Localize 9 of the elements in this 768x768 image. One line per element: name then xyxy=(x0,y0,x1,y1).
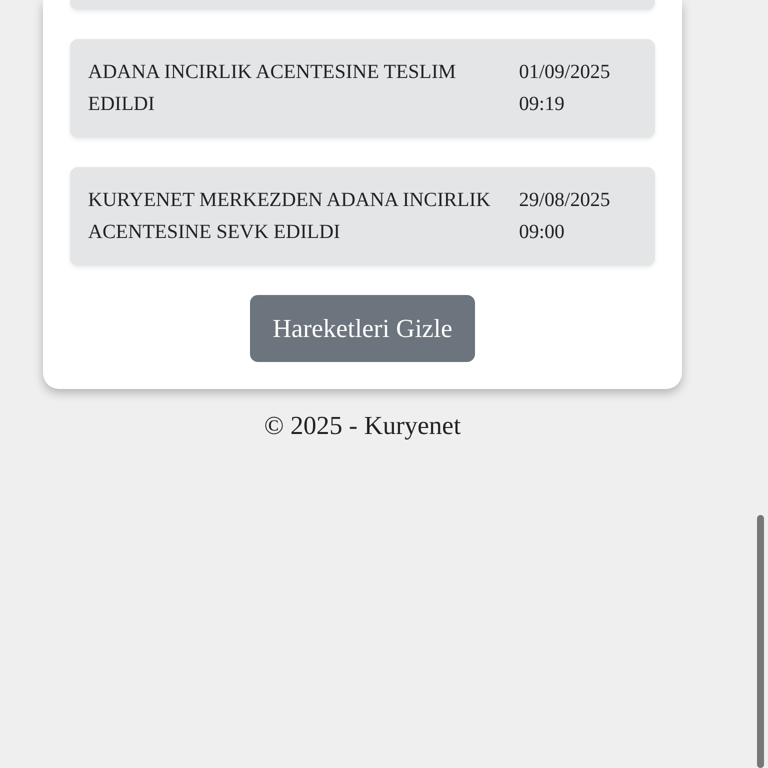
movement-date: 01/09/2025 xyxy=(519,60,612,85)
movement-time: 09:00 xyxy=(519,220,566,245)
movement-time: 09:19 xyxy=(519,92,566,117)
scrollbar-thumb[interactable] xyxy=(757,515,764,768)
movement-description: ADANA INCIRLIK ACENTESINE TESLIM EDILDI xyxy=(88,60,457,117)
movement-date: 29/08/2025 xyxy=(519,188,612,213)
movement-description: KURYENET MERKEZDEN ADANA INCIRLIK ACENTESINE SEVK EDILDI xyxy=(88,188,492,245)
hide-movements-button[interactable]: Hareketleri Gizle xyxy=(250,295,476,362)
footer-copyright: © 2025 - Kuryenet xyxy=(264,411,461,440)
